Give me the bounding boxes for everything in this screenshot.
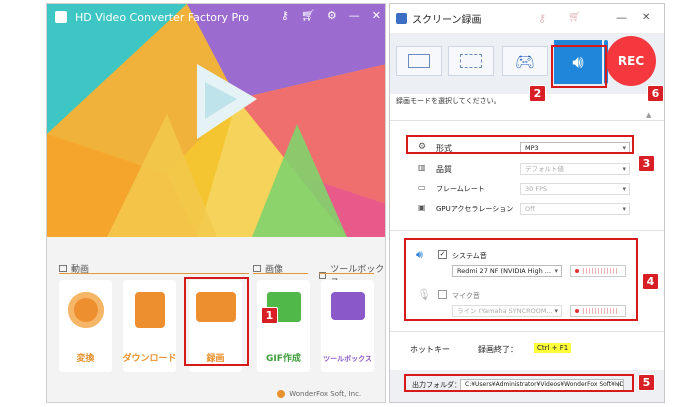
divider <box>390 230 664 231</box>
quality-label: 品質 <box>436 165 452 174</box>
download-icon <box>134 292 165 328</box>
cart-icon[interactable]: 🛒︎ <box>301 9 315 22</box>
mode-bar: 🎮︎ 🔊︎ REC <box>390 34 664 94</box>
divider <box>390 331 664 332</box>
end-record-label: 録画終了： <box>478 345 518 354</box>
highlight-record-tile <box>184 277 249 366</box>
tile-download[interactable]: ダウンロード <box>123 280 177 372</box>
settings-icon[interactable]: ⚙ <box>327 9 337 22</box>
screen-recorder-window: スクリーン録画 ⚷ 🛒︎ — ✕ 🎮︎ 🔊︎ REC 録画モードを選択してくださ… <box>389 3 665 403</box>
framerate-icon: ▭ <box>418 183 426 192</box>
key-icon[interactable]: ⚷ <box>538 12 546 25</box>
company-footer: WonderFox Soft, Inc. <box>277 390 361 398</box>
recorder-title-bar: スクリーン録画 ⚷ 🛒︎ — ✕ <box>390 4 664 34</box>
convert-icon <box>67 292 104 328</box>
section-divider <box>253 273 308 274</box>
mode-game[interactable]: 🎮︎ <box>502 46 548 76</box>
tile-gif[interactable]: GIF作成 <box>257 280 310 372</box>
divider <box>390 120 664 121</box>
mode-fullscreen[interactable] <box>448 46 494 76</box>
gpu-icon: ▣ <box>418 203 426 212</box>
step-badge-4: 4 <box>642 273 659 290</box>
app-title: HD Video Converter Factory Pro <box>75 10 249 24</box>
highlight-format <box>406 135 634 154</box>
collapse-arrow-icon[interactable]: ▲ <box>646 111 651 119</box>
wonderfox-logo-icon <box>277 390 285 398</box>
banner-artwork <box>47 4 385 237</box>
key-icon[interactable]: ⚷ <box>281 9 289 22</box>
title-bar: HD Video Converter Factory Pro ⚷ 🛒︎ ⚙ — … <box>47 4 385 30</box>
recorder-logo-icon <box>396 13 407 24</box>
step-badge-5: 5 <box>638 374 655 391</box>
framerate-select[interactable]: 30 FPS <box>520 183 630 195</box>
minimize-icon[interactable]: — <box>349 9 360 22</box>
highlight-output-folder <box>404 374 634 392</box>
framerate-label: フレームレート <box>436 185 485 193</box>
step-badge-1: 1 <box>261 307 278 324</box>
gpu-select[interactable]: Off <box>520 203 630 215</box>
cart-icon[interactable]: 🛒︎ <box>568 12 581 23</box>
toolbox-icon <box>330 292 365 320</box>
region-icon <box>408 54 430 68</box>
step-badge-6: 6 <box>647 85 664 102</box>
minimize-icon[interactable]: — <box>616 11 627 24</box>
image-icon <box>253 265 261 272</box>
app-logo-icon <box>55 11 67 23</box>
quality-icon: ▥ <box>418 163 426 172</box>
end-record-hotkey[interactable]: Ctrl + F1 <box>534 343 572 353</box>
mode-hint: 録画モードを選択してください。 <box>396 97 501 105</box>
gamepad-icon: 🎮︎ <box>514 51 536 71</box>
gpu-label: GPUアクセラレーション <box>436 205 514 213</box>
quality-select[interactable]: デフォルト値 <box>520 163 630 175</box>
close-icon[interactable]: ✕ <box>642 12 650 23</box>
section-divider <box>59 273 249 274</box>
highlight-audio-sources <box>404 238 638 321</box>
section-divider <box>319 273 374 274</box>
close-icon[interactable]: ✕ <box>372 9 381 22</box>
tile-convert[interactable]: 変換 <box>59 280 112 372</box>
fullscreen-icon <box>460 54 482 68</box>
highlight-audio-mode <box>551 45 607 88</box>
mode-region[interactable] <box>396 46 442 76</box>
rec-button[interactable]: REC <box>606 36 656 86</box>
step-badge-3: 3 <box>638 155 655 172</box>
film-icon <box>59 265 67 272</box>
hotkey-label: ホットキー <box>410 345 450 354</box>
step-badge-2: 2 <box>529 85 546 102</box>
tile-toolbox[interactable]: ツールボックス <box>321 280 374 372</box>
